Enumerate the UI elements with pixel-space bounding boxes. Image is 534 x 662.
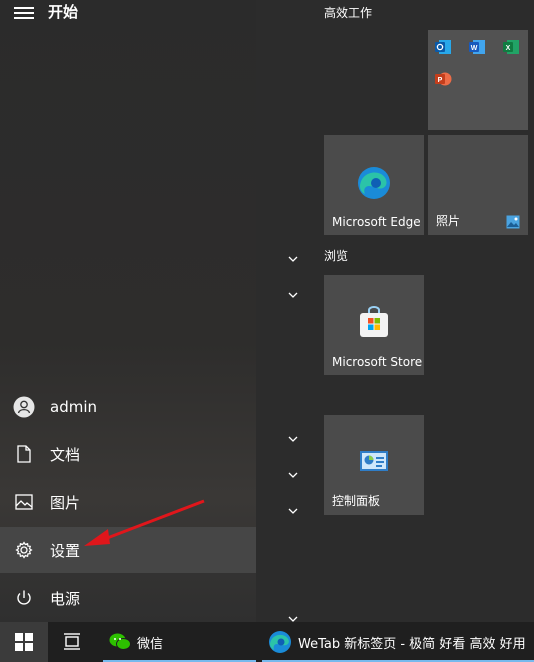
left-item-label: 文档: [50, 445, 81, 464]
picture-icon: [15, 494, 33, 510]
control-panel-icon: [360, 451, 388, 471]
left-item-label: 设置: [50, 541, 81, 560]
tile-label: Microsoft Store: [332, 355, 423, 369]
taskbar-app-label: 微信: [137, 636, 164, 652]
chevron-down-icon[interactable]: [287, 470, 299, 480]
svg-text:X: X: [506, 45, 511, 52]
edge-icon: [358, 167, 390, 199]
user-name: admin: [50, 398, 97, 416]
start-button[interactable]: [0, 622, 48, 662]
start-title: 开始: [48, 3, 79, 21]
word-icon: W: [469, 40, 485, 54]
tile-microsoft-store[interactable]: Microsoft Store: [324, 275, 424, 375]
taskbar-app-label: WeTab 新标签页 - 极简 好看 高效 好用: [298, 636, 526, 652]
tile-microsoft-edge[interactable]: Microsoft Edge: [324, 135, 424, 235]
taskbar: 微信 WeTab 新标签页 - 极简 好看 高效 好用: [0, 622, 534, 662]
task-view-button[interactable]: [48, 622, 96, 662]
excel-icon: X: [503, 40, 519, 54]
svg-text:P: P: [438, 77, 443, 84]
taskbar-app-wechat[interactable]: 微信: [103, 622, 256, 662]
outlook-icon: [435, 40, 451, 54]
group-title-browse[interactable]: 浏览: [324, 247, 348, 264]
office-folder-tile[interactable]: W X P: [428, 30, 528, 130]
start-menu: 开始 admin 文档 图片 设置 电源 高效工作 浏览 W X P Micro…: [0, 0, 534, 622]
annotation-arrow: [84, 499, 205, 546]
left-item-label: 图片: [50, 493, 81, 512]
power-icon: [17, 590, 31, 605]
powerpoint-icon: P: [435, 72, 452, 86]
tile-label: 照片: [436, 214, 461, 228]
store-icon: [360, 306, 388, 337]
group-title-productivity[interactable]: 高效工作: [324, 4, 372, 21]
wechat-icon: [109, 633, 131, 650]
hamburger-menu-icon[interactable]: [14, 4, 34, 20]
tile-control-panel[interactable]: 控制面板: [324, 415, 424, 515]
taskbar-app-browser[interactable]: WeTab 新标签页 - 极简 好看 高效 好用: [262, 622, 534, 662]
chevron-down-icon[interactable]: [287, 290, 299, 300]
chevron-down-icon[interactable]: [287, 254, 299, 264]
svg-text:W: W: [471, 45, 478, 52]
tile-photos[interactable]: 照片: [428, 135, 528, 235]
document-icon: [17, 445, 31, 463]
task-view-icon: [64, 633, 80, 650]
tile-label: Microsoft Edge: [332, 215, 421, 229]
left-item-power[interactable]: 电源: [0, 575, 256, 621]
chevron-down-icon[interactable]: [287, 434, 299, 444]
left-item-label: 电源: [50, 589, 81, 608]
chevron-down-icon[interactable]: [287, 506, 299, 516]
edge-icon: [269, 631, 291, 653]
gear-icon: [15, 541, 33, 559]
left-item-documents[interactable]: 文档: [0, 431, 256, 477]
user-avatar-icon: [13, 396, 35, 418]
photos-icon: [506, 215, 520, 229]
windows-logo-icon: [15, 633, 33, 651]
user-account-item[interactable]: admin: [0, 384, 256, 430]
tile-label: 控制面板: [332, 494, 381, 508]
